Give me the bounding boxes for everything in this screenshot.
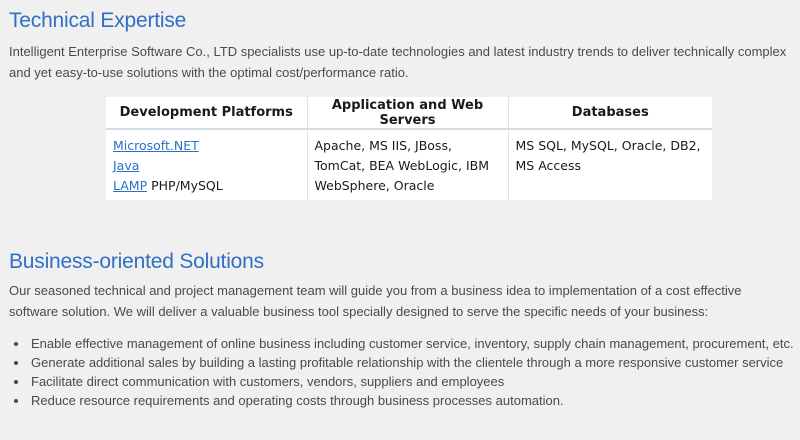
lamp-link[interactable]: LAMP (113, 178, 147, 193)
technical-expertise-intro: Intelligent Enterprise Software Co., LTD… (9, 44, 787, 80)
platform-item: Microsoft.NET (113, 136, 301, 156)
platform-item: LAMP PHP/MySQL (113, 176, 301, 196)
servers-cell: Apache, MS IIS, JBoss, TomCat, BEA WebLo… (306, 129, 508, 200)
list-item: Generate additional sales by building a … (29, 353, 794, 372)
java-link[interactable]: Java (113, 158, 139, 173)
databases-cell: MS SQL, MySQL, Oracle, DB2, MS Access (507, 129, 712, 200)
list-item: Facilitate direct communication with cus… (29, 372, 794, 391)
business-benefits-list: Enable effective management of online bu… (9, 334, 794, 410)
technical-expertise-heading: Technical Expertise (9, 9, 187, 32)
platforms-cell: Microsoft.NET Java LAMP PHP/MySQL (106, 129, 307, 200)
business-solutions-section: Business-oriented Solutions Our seasoned… (9, 250, 794, 410)
microsoft-net-link[interactable]: Microsoft.NET (113, 138, 199, 153)
header-databases: Databases (507, 97, 712, 130)
header-application-web-servers: Application and Web Servers (306, 97, 508, 130)
lamp-suffix: PHP/MySQL (147, 178, 223, 193)
header-development-platforms: Development Platforms (106, 97, 307, 130)
technical-expertise-section: Technical Expertise Intelligent Enterpri… (9, 9, 794, 83)
list-item: Reduce resource requirements and operati… (29, 391, 794, 410)
business-solutions-intro: Our seasoned technical and project manag… (9, 283, 742, 319)
technologies-table: Development Platforms Application and We… (106, 97, 712, 200)
platform-item: Java (113, 156, 301, 176)
list-item: Enable effective management of online bu… (29, 334, 794, 353)
business-solutions-heading: Business-oriented Solutions (9, 250, 264, 273)
